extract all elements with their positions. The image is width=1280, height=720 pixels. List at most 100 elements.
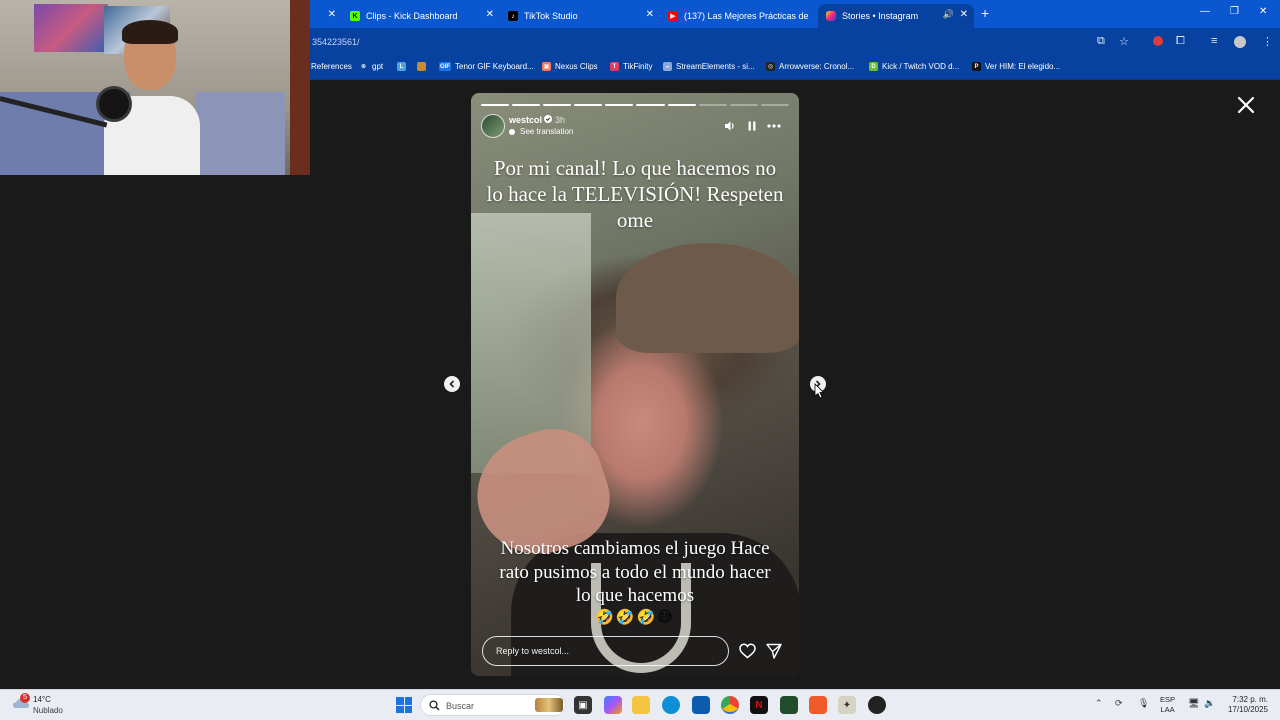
network-icon[interactable]: 🖥 [1188,698,1199,709]
story-timestamp: 3h [555,115,566,125]
previous-story-button[interactable] [444,376,460,392]
netflix-icon[interactable]: N [750,696,768,714]
microphone-icon[interactable]: 🎙 [1138,698,1149,709]
close-window-icon[interactable]: ✕ [1259,6,1267,17]
store-icon[interactable] [692,696,710,714]
new-tab-button[interactable]: + [981,5,989,21]
pause-icon[interactable] [746,120,758,132]
reply-input[interactable]: Reply to westcol... [482,636,729,666]
copilot-icon[interactable] [604,696,622,714]
bookmark-tenor[interactable]: GIF Tenor GIF Keyboard... [439,62,534,71]
menu-kebab-icon[interactable]: ⋮ [1262,35,1273,48]
send-direct-icon[interactable] [766,643,782,659]
extensions-puzzle-icon[interactable]: ⧠ [1176,35,1185,48]
tab-label: Stories • Instagram [842,11,919,21]
bookmark-ver-him[interactable]: P Ver HIM: El elegido... [972,62,1060,71]
bookmark-gpt[interactable]: ⊛ gpt [359,62,383,71]
bookmark-label: References [311,62,352,71]
story-progress-segment [543,104,572,106]
file-explorer-icon[interactable] [632,696,650,714]
audio-playing-icon[interactable]: 🔊 [943,9,954,20]
bookmark-references[interactable]: References [311,62,352,71]
close-icon[interactable] [1236,95,1256,115]
story-progress-segment [636,104,665,106]
install-app-icon[interactable]: ⧉ [1097,35,1105,48]
openai-icon: ⊛ [360,64,367,70]
profile-avatar[interactable] [1234,36,1246,48]
story-header: westcol 3h See translation [481,113,789,139]
app-icon[interactable] [780,696,798,714]
close-tab-icon[interactable]: ✕ [486,9,494,20]
story-emojis: 🤣🤣🤣😅 [595,609,675,626]
extension-icon[interactable] [1153,36,1163,46]
obs-icon[interactable] [868,696,886,714]
close-tab-icon[interactable]: ✕ [328,9,336,20]
bookmark-tikfinity[interactable]: T TikFinity [610,62,652,71]
story-caption-top: Por mi canal! Lo que hacemos no lo hace … [486,156,784,232]
edge-icon[interactable] [662,696,680,714]
like-heart-icon[interactable] [739,643,756,659]
image-icon [417,62,426,71]
bookmark-nexus[interactable]: ▣ Nexus Clips [542,62,598,71]
bookmark-l[interactable]: L [397,62,410,71]
story-progress-segment [574,104,603,106]
story-progress-segment [481,104,510,106]
minimize-icon[interactable]: — [1200,6,1210,17]
mouse-cursor-icon [814,383,824,399]
webcam-microphone [96,86,132,122]
bookmark-arrowverse[interactable]: ◎ Arrowverse: Cronol... [766,62,854,71]
app-icon[interactable] [809,696,827,714]
bookmark-streamelements[interactable]: ◒ StreamElements - si... [663,62,755,71]
more-options-icon[interactable] [766,120,782,132]
task-view-icon[interactable]: ▣ [574,696,592,714]
bookmark-kick-vod[interactable]: D Kick / Twitch VOD d... [869,62,959,71]
language-indicator[interactable]: ESP LAA [1160,695,1175,715]
tab-tiktok-studio[interactable]: ♪ TikTok Studio ✕ [500,4,660,28]
youtube-icon: ▶ [668,11,678,21]
webcam-bed [195,92,285,175]
reply-placeholder: Reply to westcol... [496,646,570,656]
taskbar-search[interactable]: Buscar [420,694,566,716]
avatar[interactable] [481,114,505,138]
app-icon[interactable]: ✦ [838,696,856,714]
story-progress-segment [698,104,727,106]
webcam-overlay [0,0,310,175]
url-text[interactable]: 354223561/ [312,37,360,47]
story-progress-segment [760,104,789,106]
media-controls-icon[interactable]: ≡ [1211,35,1217,47]
tiktok-icon: ♪ [508,11,518,21]
chevron-left-icon [449,380,455,388]
chrome-icon[interactable] [721,696,739,714]
bookmark-label: StreamElements - si... [676,62,755,71]
see-translation-link[interactable]: See translation [509,127,573,136]
bookmark-label: Tenor GIF Keyboard... [455,62,534,71]
tab-kick-clips[interactable]: K Clips - Kick Dashboard ✕ [342,4,500,28]
system-clock[interactable]: 7:32 p. m. 17/10/2025 [1222,695,1268,715]
bookmark-label: Nexus Clips [555,62,598,71]
volume-icon[interactable] [724,120,736,132]
restore-icon[interactable]: ❐ [1230,6,1239,17]
story-username[interactable]: westcol [509,115,542,125]
clock-date: 17/10/2025 [1227,705,1268,714]
bookmark-label: Ver HIM: El elegido... [985,62,1061,71]
search-icon [429,700,440,711]
close-tab-icon[interactable]: ✕ [646,9,654,20]
sync-icon[interactable]: ⟳ [1115,698,1123,709]
search-highlight-image [535,698,563,712]
story-video-cap [616,243,799,353]
show-hidden-icons[interactable]: ⌃ [1095,698,1103,709]
l-app-icon: L [397,62,406,71]
story-caption-bottom: Nosotros cambiamos el juego Hace rato pu… [499,538,771,606]
volume-tray-icon[interactable]: 🔉 [1204,698,1215,709]
story-card[interactable]: westcol 3h See translation Por mi canal!… [471,93,799,676]
start-button[interactable] [396,697,412,713]
tab-label: Clips - Kick Dashboard [366,11,458,21]
bookmark-star-icon[interactable]: ☆ [1119,35,1129,48]
tikfinity-icon: T [610,62,619,71]
tab-instagram-stories[interactable]: Stories • Instagram 🔊 ✕ [818,4,974,28]
translate-dot-icon [509,128,515,135]
close-tab-icon[interactable]: ✕ [960,9,968,20]
bookmark-image[interactable] [417,62,430,71]
see-translation-label: See translation [520,127,574,136]
tab-youtube[interactable]: ▶ (137) Las Mejores Prácticas de I [660,4,818,28]
